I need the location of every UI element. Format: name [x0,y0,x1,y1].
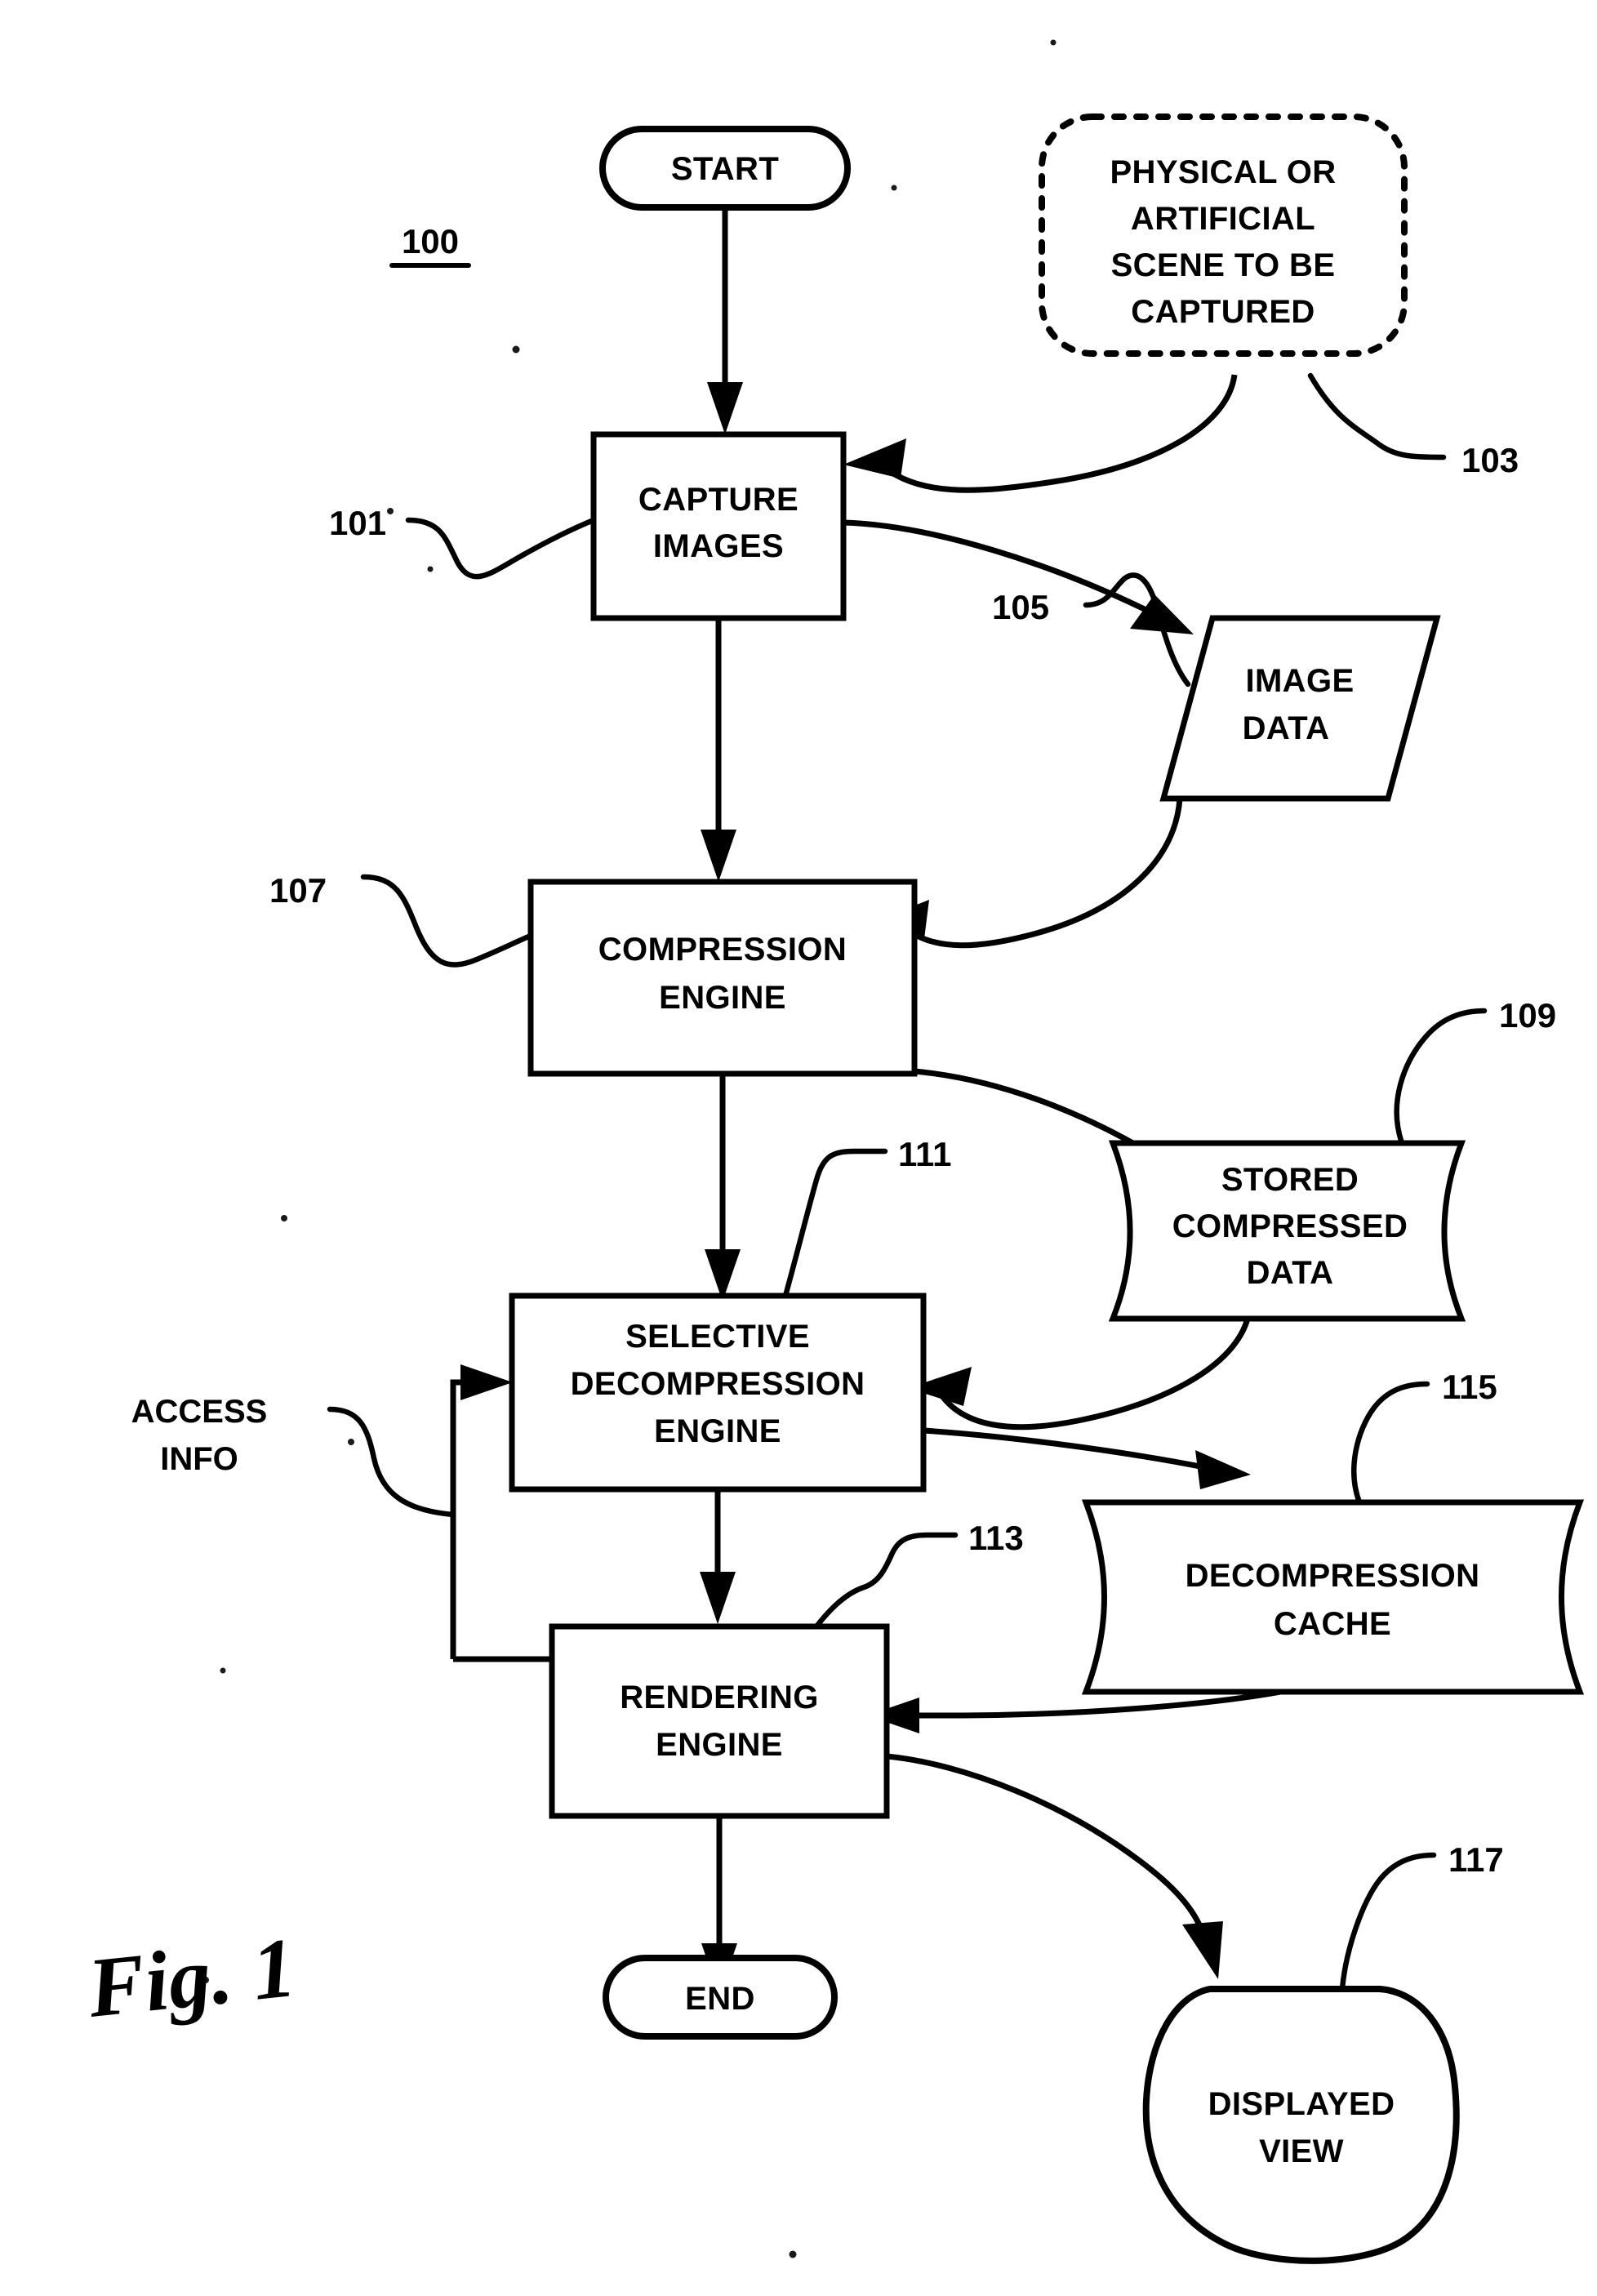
capture-images-shape [590,431,847,621]
scan-speck [220,1667,226,1674]
image-data-shape [1159,615,1441,802]
access-info-label-line-1: ACCESS [131,1394,268,1430]
ref-number-101: 101 [329,504,386,542]
start-label: START [671,151,779,187]
scan-speck [512,345,520,354]
displayed-view-label-line-1: DISPLAYED [1208,2086,1395,2122]
ref-number-115: 115 [1442,1368,1497,1406]
figure-canvas: START PHYSICAL OR ARTIFICIAL SCENE TO BE… [0,0,1597,2296]
ref-number-117: 117 [1448,1840,1504,1879]
selective-label-line-1: SELECTIVE [625,1319,810,1355]
cache-label-line-1: DECOMPRESSION [1186,1558,1480,1594]
image-data-label-line-2: DATA [1243,710,1330,746]
ref-number-109: 109 [1499,996,1556,1035]
ref-number-111: 111 [898,1135,951,1173]
node-decompression-cache: DECOMPRESSION CACHE [1081,1499,1585,1695]
scan-speck [1050,39,1057,46]
stored-label-line-1: STORED [1221,1162,1359,1198]
rendering-engine-shape [549,1623,890,1819]
scan-speck [891,185,897,191]
ref-number-107: 107 [269,871,327,910]
image-data-label-line-1: IMAGE [1245,663,1354,699]
access-info-label-line-2: INFO [160,1441,238,1477]
cache-label-line-2: CACHE [1274,1606,1391,1642]
selective-label-line-2: DECOMPRESSION [571,1366,865,1402]
scene-label-line-1: PHYSICAL OR [1110,154,1336,190]
compression-engine-label-line-1: COMPRESSION [598,932,847,968]
rendering-engine-label-line-1: RENDERING [620,1680,819,1715]
end-label: END [685,1981,755,2017]
ref-number-113: 113 [968,1519,1024,1557]
compression-engine-label-line-2: ENGINE [659,980,786,1016]
system-reference-100: 100 [389,222,471,268]
node-rendering-engine: RENDERING ENGINE [549,1623,890,1819]
selective-label-line-3: ENGINE [654,1413,781,1449]
node-compression-engine: COMPRESSION ENGINE [527,879,918,1077]
scene-label-line-4: CAPTURED [1131,294,1315,330]
patent-figure-1: START PHYSICAL OR ARTIFICIAL SCENE TO BE… [0,0,1597,2296]
ref-number-103: 103 [1461,441,1519,479]
rendering-engine-label-line-2: ENGINE [656,1727,783,1763]
scan-speck [789,2250,797,2258]
node-selective-decompression-engine: SELECTIVE DECOMPRESSION ENGINE [509,1293,927,1493]
displayed-view-label-line-2: VIEW [1259,2134,1344,2169]
node-stored-compressed-data: STORED COMPRESSED DATA [1108,1140,1466,1322]
scene-label-line-3: SCENE TO BE [1111,247,1336,283]
stored-label-line-2: COMPRESSED [1172,1208,1408,1244]
compression-engine-shape [527,879,918,1077]
capture-images-label-line-2: IMAGES [653,528,784,564]
scan-speck [387,508,394,514]
scene-label-line-2: ARTIFICIAL [1131,201,1315,237]
node-capture-images: CAPTURE IMAGES [590,431,847,621]
node-scene: PHYSICAL OR ARTIFICIAL SCENE TO BE CAPTU… [1039,113,1408,357]
node-end: END [603,1955,838,2040]
capture-images-label-line-1: CAPTURE [638,482,798,518]
stored-label-line-3: DATA [1247,1255,1334,1291]
decompression-cache-shape [1081,1499,1585,1695]
displayed-view-shape [1142,1986,1460,2264]
node-image-data: IMAGE DATA [1159,615,1441,802]
node-displayed-view: DISPLAYED VIEW [1142,1986,1460,2264]
scan-speck [427,566,434,572]
scan-speck [281,1215,287,1221]
node-start: START [599,126,851,211]
scan-speck [348,1439,354,1445]
ref-number-105: 105 [992,588,1049,626]
ref-number-100: 100 [402,222,459,260]
